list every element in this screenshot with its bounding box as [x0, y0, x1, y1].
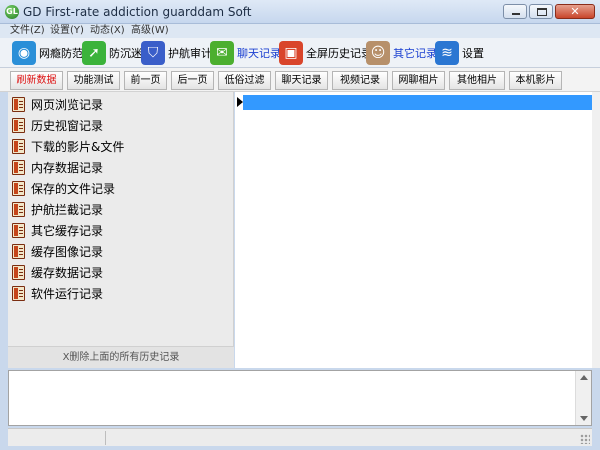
- maximize-icon: [537, 8, 547, 16]
- tree-item-label: 历史视窗记录: [31, 119, 104, 133]
- book-icon: [12, 286, 25, 301]
- action-bar: 刷新数据 功能测试 前一页 后一页 低俗过滤 聊天记录 视频记录 网聊相片 其他…: [0, 68, 600, 92]
- status-divider: [105, 431, 106, 445]
- tree-item-other-cache[interactable]: 其它缓存记录: [12, 220, 103, 241]
- toolbar-other-records-button[interactable]: ☺ 其它记录: [366, 40, 437, 66]
- green-arrow-icon: ➚: [82, 41, 106, 65]
- tree-item-downloads[interactable]: 下载的影片&文件: [12, 136, 124, 157]
- toolbar-label: 全屏历史记录: [306, 47, 372, 60]
- toolbar-label: 设置: [462, 47, 484, 60]
- video-records-button[interactable]: 视频记录: [332, 71, 388, 90]
- scroll-down-icon[interactable]: [580, 416, 588, 421]
- menu-dynamic[interactable]: 动态(X): [90, 24, 125, 38]
- tree-item-cached-data[interactable]: 缓存数据记录: [12, 262, 103, 283]
- tree-item-web-browsing[interactable]: 网页浏览记录: [12, 94, 103, 115]
- toolbar-audit-button[interactable]: ⛉ 护航审计: [141, 40, 212, 66]
- function-test-button[interactable]: 功能测试: [67, 71, 120, 90]
- close-button[interactable]: ✕: [555, 4, 595, 19]
- tree-item-label: 保存的文件记录: [31, 182, 116, 196]
- toolbar-label: 网瘾防范: [39, 47, 83, 60]
- title-bar: GL GD First-rate addiction guarddam Soft…: [0, 0, 600, 24]
- tree-item-saved-files[interactable]: 保存的文件记录: [12, 178, 115, 199]
- user-photo-icon: ☺: [366, 41, 390, 65]
- book-icon: [12, 244, 25, 259]
- tree-item-label: 缓存图像记录: [31, 245, 104, 259]
- globe-shield-icon: ◉: [12, 41, 36, 65]
- minimize-button[interactable]: [503, 4, 527, 19]
- record-type-tree: 网页浏览记录 历史视窗记录 下载的影片&文件 内存数据记录 保存的文件记录 护航…: [8, 92, 234, 368]
- chat-bubble-icon: ✉: [210, 41, 234, 65]
- toolbar-label: 护航审计: [168, 47, 212, 60]
- tree-item-label: 缓存数据记录: [31, 266, 104, 280]
- toolbar-addiction-prevention-button[interactable]: ◉ 网瘾防范: [12, 40, 83, 66]
- close-icon: ✕: [570, 5, 580, 18]
- screen-history-icon: ▣: [279, 41, 303, 65]
- chat-photos-button[interactable]: 网聊相片: [392, 71, 445, 90]
- tree-item-label: 网页浏览记录: [31, 98, 104, 112]
- tree-item-intercept-log[interactable]: 护航拦截记录: [12, 199, 103, 220]
- tree-item-window-history[interactable]: 历史视窗记录: [12, 115, 103, 136]
- tree-item-software-run-log[interactable]: 软件运行记录: [12, 283, 103, 304]
- vulgar-filter-button[interactable]: 低俗过滤: [218, 71, 271, 90]
- window-title: GD First-rate addiction guarddam Soft: [23, 5, 252, 19]
- other-photos-button[interactable]: 其他相片: [449, 71, 505, 90]
- toolbar-label: 聊天记录: [237, 47, 281, 60]
- selected-row-highlight: [243, 95, 592, 110]
- window-controls: ✕: [503, 4, 595, 19]
- wifi-icon: ≋: [435, 41, 459, 65]
- book-icon: [12, 181, 25, 196]
- delete-all-history-button[interactable]: X删除上面的所有历史记录: [8, 346, 234, 368]
- next-page-button[interactable]: 后一页: [171, 71, 214, 90]
- scroll-up-icon[interactable]: [580, 375, 588, 380]
- book-icon: [12, 97, 25, 112]
- tree-item-label: 下载的影片&文件: [31, 140, 125, 154]
- main-toolbar: ◉ 网瘾防范 ➚ 防沉迷 ⛉ 护航审计 ✉ 聊天记录 ▣ 全屏历史记录 ☺ 其它…: [0, 38, 600, 68]
- tree-item-cached-images[interactable]: 缓存图像记录: [12, 241, 103, 262]
- tree-item-label: 内存数据记录: [31, 161, 104, 175]
- book-icon: [12, 139, 25, 154]
- book-icon: [12, 223, 25, 238]
- tree-item-memory-data[interactable]: 内存数据记录: [12, 157, 103, 178]
- toolbar-anti-addiction-button[interactable]: ➚ 防沉迷: [82, 40, 142, 66]
- toolbar-label: 防沉迷: [109, 47, 142, 60]
- menu-advanced[interactable]: 高级(W): [131, 24, 169, 38]
- toolbar-screen-history-button[interactable]: ▣ 全屏历史记录: [279, 40, 372, 66]
- minimize-icon: [512, 13, 520, 15]
- previous-page-button[interactable]: 前一页: [124, 71, 167, 90]
- status-bar: [8, 428, 592, 446]
- table-row[interactable]: [235, 95, 592, 110]
- tree-item-label: 其它缓存记录: [31, 224, 104, 238]
- menu-settings[interactable]: 设置(Y): [50, 24, 84, 38]
- book-icon: [12, 265, 25, 280]
- resize-grip-icon[interactable]: [580, 434, 590, 444]
- log-textarea[interactable]: [8, 370, 592, 426]
- tree-item-label: 护航拦截记录: [31, 203, 104, 217]
- menu-file[interactable]: 文件(Z): [10, 24, 45, 38]
- records-grid[interactable]: [235, 92, 592, 368]
- local-videos-button[interactable]: 本机影片: [509, 71, 562, 90]
- toolbar-chat-log-button[interactable]: ✉ 聊天记录: [210, 40, 281, 66]
- chat-records-button[interactable]: 聊天记录: [275, 71, 328, 90]
- refresh-data-button[interactable]: 刷新数据: [10, 71, 63, 90]
- grid-scrollbar[interactable]: [592, 92, 600, 368]
- log-scrollbar[interactable]: [575, 371, 591, 425]
- audit-shield-icon: ⛉: [141, 41, 165, 65]
- menu-bar: 文件(Z) 设置(Y) 动态(X) 高级(W): [0, 24, 600, 38]
- toolbar-label: 其它记录: [393, 47, 437, 60]
- book-icon: [12, 202, 25, 217]
- maximize-button[interactable]: [529, 4, 553, 19]
- toolbar-settings-button[interactable]: ≋ 设置: [435, 40, 484, 66]
- book-icon: [12, 118, 25, 133]
- app-logo-icon: GL: [5, 5, 19, 19]
- tree-item-label: 软件运行记录: [31, 287, 104, 301]
- book-icon: [12, 160, 25, 175]
